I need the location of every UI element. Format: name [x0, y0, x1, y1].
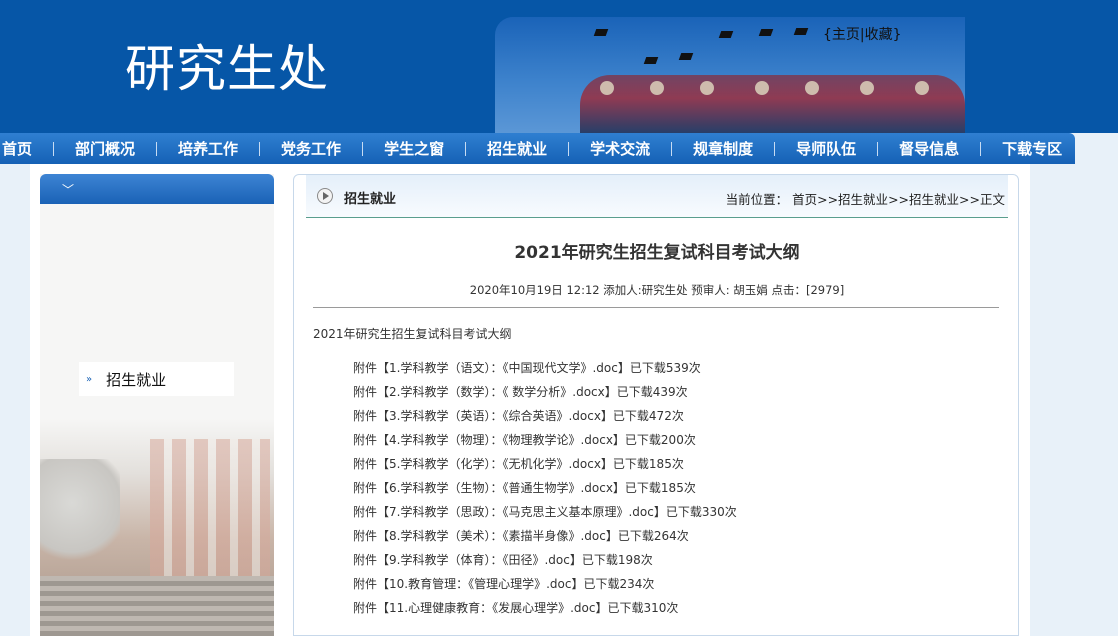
nav-item-party[interactable]: 党务工作: [260, 141, 364, 156]
nav-item-admission[interactable]: 招生就业: [466, 141, 570, 156]
article-intro: 2021年研究生招生复试科目考试大纲: [313, 327, 512, 341]
nav-item-supervisors[interactable]: 导师队伍: [775, 141, 879, 156]
nav-item-home[interactable]: 首页: [0, 141, 55, 156]
breadcrumb-home[interactable]: 首页: [792, 192, 817, 207]
breadcrumb-prefix: 当前位置：: [725, 192, 789, 207]
attachment-link[interactable]: 附件【11.心理健康教育：《发展心理学》.doc】已下载310次: [353, 601, 1013, 625]
attachment-link[interactable]: 附件【8.学科教学（美术）：《素描半身像》.doc】已下载264次: [353, 529, 1013, 553]
graduation-cap-icon: [758, 29, 774, 36]
nav-item-students[interactable]: 学生之窗: [363, 141, 467, 156]
attachment-link[interactable]: 附件【3.学科教学（英语）：《综合英语》.docx】已下载472次: [353, 409, 1013, 433]
breadcrumb-admission[interactable]: 招生就业: [838, 192, 888, 207]
sidebar: ﹀ » 招生就业: [40, 174, 274, 636]
chevron-down-icon: ﹀: [62, 183, 75, 197]
breadcrumb-admission-sub[interactable]: 招生就业: [909, 192, 959, 207]
sidebar-item-admission[interactable]: » 招生就业: [79, 362, 234, 396]
nav-item-training[interactable]: 培养工作: [157, 141, 261, 156]
sidebar-item-label: 招生就业: [106, 370, 167, 389]
sidebar-header: ﹀: [40, 174, 274, 204]
graduation-cap-icon: [718, 31, 734, 38]
graduates-crowd: [580, 75, 965, 133]
play-circle-icon: [317, 188, 333, 204]
home-link[interactable]: 主页: [832, 27, 860, 43]
category-title: 招生就业: [344, 192, 397, 207]
campus-photo: [40, 419, 274, 636]
page-body: ﹀ » 招生就业 招生就业 当前位置： 首页>>招生就业>>招生就业>>正文 2…: [30, 164, 1030, 636]
attachment-link[interactable]: 附件【9.学科教学（体育）：《田径》.doc】已下载198次: [353, 553, 1013, 577]
divider: [313, 307, 999, 308]
breadcrumb-sep: >>: [817, 192, 839, 207]
attachment-link[interactable]: 附件【4.学科教学（物理）：《物理教学论》.docx】已下载200次: [353, 433, 1013, 457]
site-header: 研究生处 {主页|收藏}: [0, 0, 1118, 133]
site-title: 研究生处: [125, 40, 329, 98]
graduation-cap-icon: [678, 53, 694, 60]
attachment-list: 附件【1.学科教学（语文）：《中国现代文学》.doc】已下载539次 附件【2.…: [353, 361, 1013, 625]
breadcrumb-current: 正文: [979, 192, 1005, 207]
main-nav: 首页 部门概况 培养工作 党务工作 学生之窗 招生就业 学术交流 规章制度 导师…: [0, 133, 1075, 164]
article-meta: 2020年10月19日 12:12 添加人:研究生处 预审人: 胡玉娟 点击：[…: [469, 283, 845, 297]
article-title: 2021年研究生招生复试科目考试大纲: [514, 243, 800, 263]
nav-item-downloads[interactable]: 下载专区: [981, 141, 1083, 156]
breadcrumb: 当前位置： 首页>>招生就业>>招生就业>>正文: [726, 189, 1005, 208]
attachment-link[interactable]: 附件【5.学科教学（化学）：《无机化学》.docx】已下载185次: [353, 457, 1013, 481]
graduation-cap-icon: [793, 28, 809, 35]
graduation-cap-icon: [643, 57, 659, 64]
attachment-link[interactable]: 附件【6.学科教学（生物）：《普通生物学》.docx】已下载185次: [353, 481, 1013, 505]
brace-open: {: [823, 27, 832, 43]
breadcrumb-sep: >>: [959, 192, 980, 207]
nav-item-department[interactable]: 部门概况: [54, 141, 158, 156]
nav-item-supervision[interactable]: 督导信息: [878, 141, 982, 156]
breadcrumb-sep: >>: [888, 192, 910, 207]
top-links: {主页|收藏}: [823, 24, 902, 44]
attachment-link[interactable]: 附件【1.学科教学（语文）：《中国现代文学》.doc】已下载539次: [353, 361, 1013, 385]
nav-item-regulations[interactable]: 规章制度: [672, 141, 776, 156]
content-header: 招生就业 当前位置： 首页>>招生就业>>招生就业>>正文: [306, 175, 1008, 218]
nav-item-academic[interactable]: 学术交流: [569, 141, 673, 156]
favorite-link[interactable]: 收藏: [865, 27, 893, 43]
attachment-link[interactable]: 附件【7.学科教学（思政）：《马克思主义基本原理》.doc】已下载330次: [353, 505, 1013, 529]
brace-close: }: [892, 27, 902, 43]
graduation-cap-icon: [593, 29, 609, 36]
content-panel: 招生就业 当前位置： 首页>>招生就业>>招生就业>>正文 2021年研究生招生…: [293, 174, 1019, 636]
attachment-link[interactable]: 附件【2.学科教学（数学）：《 数学分析》.docx】已下载439次: [353, 385, 1013, 409]
attachment-link[interactable]: 附件【10.教育管理：《管理心理学》.doc】已下载234次: [353, 577, 1013, 601]
double-arrow-icon: »: [86, 373, 93, 385]
